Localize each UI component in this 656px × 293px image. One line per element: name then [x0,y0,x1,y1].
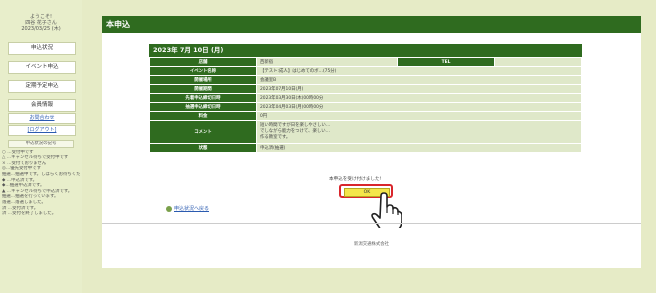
row-label: コメント [149,120,257,144]
event-date-heading: 2023年 7月 10日 (月) [149,44,582,57]
sidebar: ようこそ! 四谷 花子さん 2023/03/25 (木) 申込状況 イベント申込… [0,0,82,293]
row-value: 申込済(抽選) [256,143,582,153]
table-row: イベント名称 【テスト:成人】はじめてのボ…(75分) [149,66,582,76]
status-legend: 申込状況の記号 ○ …受付中です △ …キャンセル待ちで受付中です × …受付て… [2,140,80,217]
row-value: 2023年03月30日(木)00時00分 [256,93,582,103]
row-value: 短い時間ですが日を楽しやさしい… でしながら能力をつけて、楽しい… 作る教室です… [256,120,582,144]
legend-title: 申込状況の記号 [8,140,74,148]
row-value: 会議室B [256,75,582,85]
event-detail-table: 店舗 西新宿 TEL イベント名称 【テスト:成人】はじめてのボ…(75分) 開… [149,57,582,153]
contact-link[interactable]: お問合わせ [8,113,76,124]
legend-item: 抽選…抽選中です。しばらくお待ちください [2,171,80,177]
row-label: イベント名称 [149,66,257,76]
table-row: 状態 申込済(抽選) [149,143,582,153]
row-label: 先着申込締切日時 [149,93,257,103]
menu-regular-apply[interactable]: 定期予定申込 [8,80,76,93]
row-label: 抽選申込締切日時 [149,102,257,112]
event-detail-panel: 2023年 7月 10日 (月) 店舗 西新宿 TEL イベント名称 【テスト:… [149,44,582,153]
row-label: 状態 [149,143,257,153]
row-value: 西新宿 [256,57,398,67]
table-row: 先着申込締切日時 2023年03月30日(木)00時00分 [149,93,582,103]
table-row: コメント 短い時間ですが日を楽しやさしい… でしながら能力をつけて、楽しい… 作… [149,120,582,144]
footer-copyright: 新潟交通株式会社 [353,242,390,247]
row-label: 店舗 [149,57,257,67]
divider [102,223,641,224]
menu-application-status[interactable]: 申込状況 [8,42,76,55]
back-link-label: 申込状況へ戻る [174,206,210,212]
main-content: 本申込 2023年 7月 10日 (月) 店舗 西新宿 TEL イベント名称 【… [102,16,641,268]
page-title: 本申込 [102,16,641,33]
row-label: 開催場所 [149,75,257,85]
menu-event-apply[interactable]: イベント申込 [8,61,76,74]
row-label: 開催期間 [149,84,257,94]
table-row: 料金 0円 [149,111,582,121]
tel-label: TEL [397,57,495,67]
row-value: 【テスト:成人】はじめてのボ…(75分) [256,66,582,76]
menu-member-info[interactable]: 会員情報 [8,99,76,112]
welcome-block: ようこそ! 四谷 花子さん 2023/03/25 (木) [4,14,78,32]
confirmation-message: 本申込を受け付けました! [329,177,382,182]
table-row: 開催場所 会議室B [149,75,582,85]
back-arrow-icon [166,205,172,212]
table-row: 店舗 西新宿 TEL [149,57,582,67]
table-row: 抽選申込締切日時 2023年04月03日(月)00時00分 [149,102,582,112]
row-value: 2023年07月10日(月) [256,84,582,94]
row-value: 2023年04月03日(月)00時00分 [256,102,582,112]
logout-link[interactable]: [ログアウト] [8,125,76,136]
back-to-status-link[interactable]: 申込状況へ戻る [166,205,209,212]
tel-value [494,57,582,67]
welcome-date: 2023/03/25 (木) [21,26,61,32]
table-row: 開催期間 2023年07月10日(月) [149,84,582,94]
row-label: 料金 [149,111,257,121]
legend-item: 済 …受付を終了しました。 [2,211,57,217]
row-value: 0円 [256,111,582,121]
